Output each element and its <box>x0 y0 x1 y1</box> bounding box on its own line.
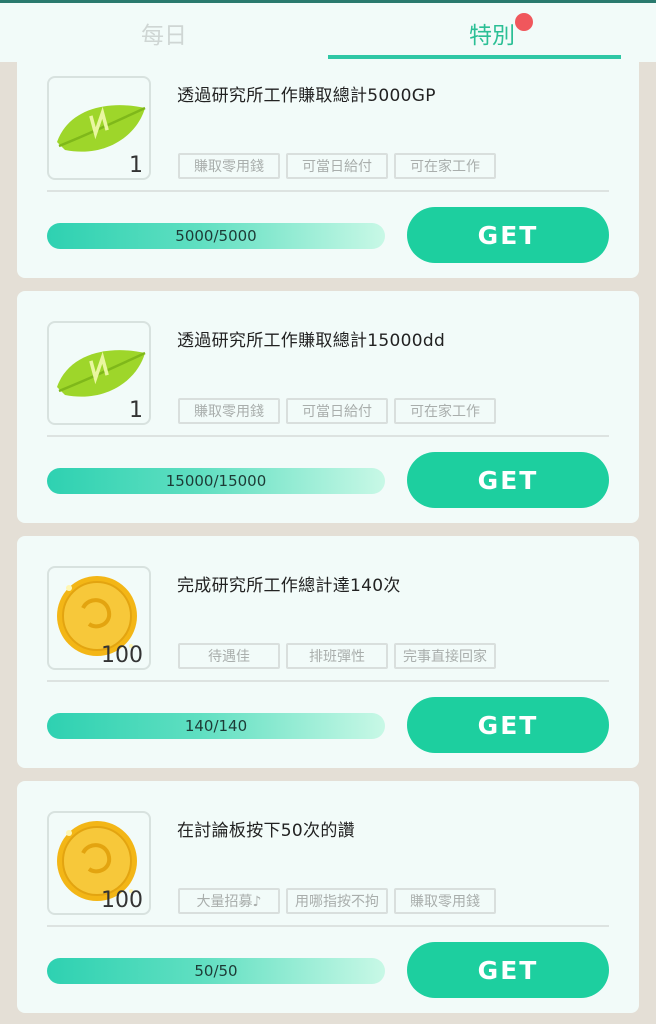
tag-list: 待遇佳 排班彈性 完事直接回家 <box>178 643 496 669</box>
tag: 完事直接回家 <box>394 643 496 669</box>
tag: 賺取零用錢 <box>394 888 496 914</box>
tag: 可當日給付 <box>286 153 388 179</box>
divider <box>47 680 609 682</box>
mission-card: 1 透過研究所工作賺取總計15000dd 賺取零用錢 可當日給付 可在家工作 1… <box>17 291 639 523</box>
progress-bar: 140/140 <box>47 713 385 739</box>
progress-text: 15000/15000 <box>165 472 267 490</box>
reward-thumbnail: 100 <box>47 811 151 915</box>
reward-quantity: 1 <box>129 398 143 423</box>
reward-thumbnail: 1 <box>47 76 151 180</box>
tag: 大量招募♪ <box>178 888 280 914</box>
progress-text: 5000/5000 <box>175 227 257 245</box>
progress-bar: 5000/5000 <box>47 223 385 249</box>
tag: 可在家工作 <box>394 398 496 424</box>
reward-quantity: 1 <box>129 153 143 178</box>
tag: 排班彈性 <box>286 643 388 669</box>
reward-quantity: 100 <box>101 643 143 668</box>
tab-bar: 每日 特別 <box>0 0 656 62</box>
reward-quantity: 100 <box>101 888 143 913</box>
mission-title: 完成研究所工作總計達140次 <box>177 576 401 596</box>
tab-special[interactable]: 特別 <box>328 3 656 62</box>
get-reward-button[interactable]: GET <box>407 697 609 753</box>
get-reward-button[interactable]: GET <box>407 452 609 508</box>
tag: 可當日給付 <box>286 398 388 424</box>
mission-title: 透過研究所工作賺取總計5000GP <box>177 86 436 106</box>
tab-daily[interactable]: 每日 <box>0 3 328 62</box>
divider <box>47 925 609 927</box>
progress-bar: 15000/15000 <box>47 468 385 494</box>
tag: 用哪指按不拘 <box>286 888 388 914</box>
tag: 待遇佳 <box>178 643 280 669</box>
tag: 賺取零用錢 <box>178 153 280 179</box>
tag-list: 賺取零用錢 可當日給付 可在家工作 <box>178 153 496 179</box>
mission-card: 100 完成研究所工作總計達140次 待遇佳 排班彈性 完事直接回家 140/1… <box>17 536 639 768</box>
mission-card: 100 在討論板按下50次的讚 大量招募♪ 用哪指按不拘 賺取零用錢 50/50… <box>17 781 639 1013</box>
tag-list: 賺取零用錢 可當日給付 可在家工作 <box>178 398 496 424</box>
mission-card: 1 透過研究所工作賺取總計5000GP 賺取零用錢 可當日給付 可在家工作 50… <box>17 46 639 278</box>
reward-thumbnail: 1 <box>47 321 151 425</box>
divider <box>47 190 609 192</box>
progress-text: 50/50 <box>194 962 238 980</box>
tag-list: 大量招募♪ 用哪指按不拘 賺取零用錢 <box>178 888 496 914</box>
get-reward-button[interactable]: GET <box>407 207 609 263</box>
notification-dot <box>515 13 533 31</box>
progress-text: 140/140 <box>184 717 248 735</box>
divider <box>47 435 609 437</box>
mission-title: 透過研究所工作賺取總計15000dd <box>177 331 446 351</box>
tag: 賺取零用錢 <box>178 398 280 424</box>
reward-thumbnail: 100 <box>47 566 151 670</box>
mission-list: 1 透過研究所工作賺取總計5000GP 賺取零用錢 可當日給付 可在家工作 50… <box>0 0 656 1024</box>
mission-title: 在討論板按下50次的讚 <box>177 821 355 841</box>
tag: 可在家工作 <box>394 153 496 179</box>
progress-bar: 50/50 <box>47 958 385 984</box>
get-reward-button[interactable]: GET <box>407 942 609 998</box>
active-tab-indicator <box>328 55 621 59</box>
